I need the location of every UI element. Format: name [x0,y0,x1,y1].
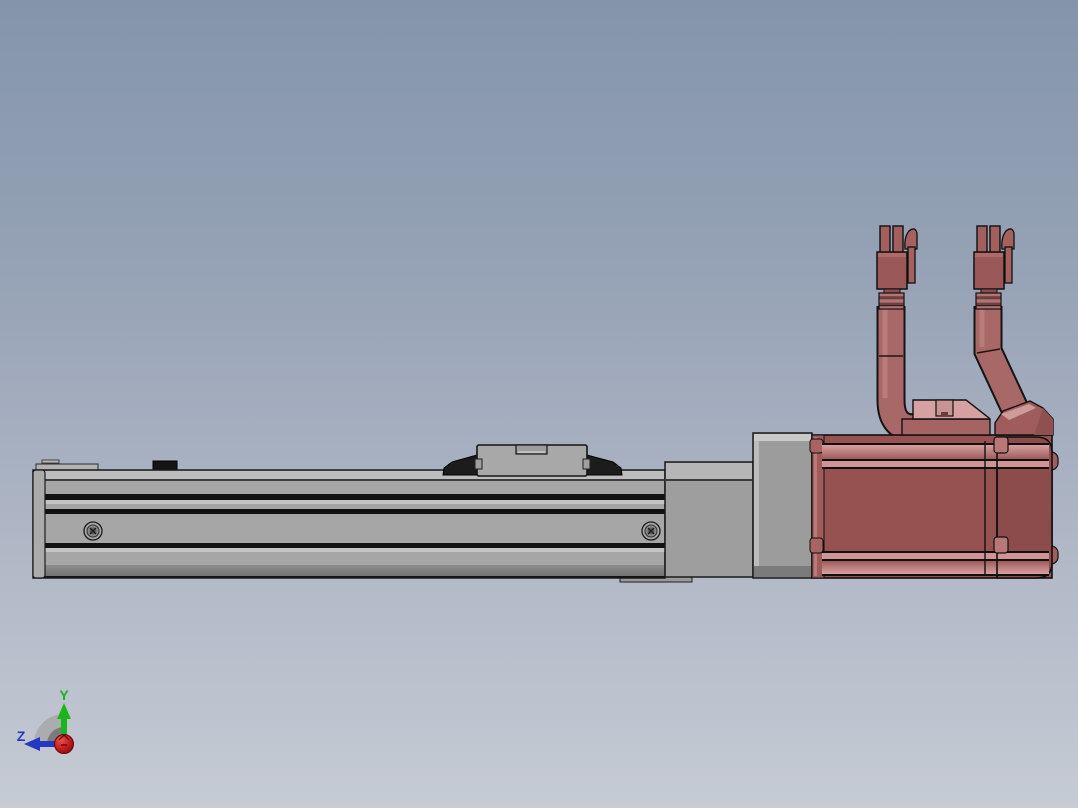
rail-light-1 [45,500,665,504]
x-axis-ball [54,734,74,754]
slide-carriage[interactable] [442,444,623,477]
coupling-top-band [754,434,811,441]
rail-groove-2 [45,509,665,514]
end-plate[interactable] [664,461,754,578]
carriage-clip-right [582,458,591,470]
motor-ridge-bottom [822,551,1049,576]
rail-body [32,469,666,579]
encoder-connector-strain-relief [975,292,1002,310]
rail-bottom-band [34,565,664,577]
rail-end-cap-left [32,469,46,579]
power-connector-strain-relief [878,292,905,310]
coupling-left-highlight [754,441,759,566]
servo-motor[interactable] [809,434,1059,579]
rail-flange-line [34,479,664,481]
carriage-wiper-left [442,454,478,476]
rail-screw-right[interactable] [641,521,661,541]
terminal-box-notch-mark [941,412,948,416]
motor-clip-top [993,436,1009,454]
coupling-bottom-band [754,566,811,577]
power-connector-neck [883,288,901,294]
power-connector-body-lip [878,253,906,257]
power-connector-prong-right [892,225,904,254]
rail-screw-left[interactable] [83,521,103,541]
linear-rail[interactable] [32,459,666,579]
coupling-housing[interactable] [752,432,813,579]
carriage-notch-lip [518,451,545,453]
motor-flange-tab-bottom [809,537,824,554]
rail-bottom-line [33,576,665,578]
rail-groove-1 [45,494,665,500]
motor-flange-tab-top [809,438,824,454]
end-plate-top-line [666,479,752,481]
motor-flange-highlight [814,437,817,576]
encoder-connector-body [973,251,1005,290]
encoder-connector-neck [980,288,998,294]
encoder-connector-latch-bar [1004,246,1013,284]
carriage-clip-left [474,458,483,470]
encoder-connector[interactable] [973,225,1015,310]
carriage-wiper-right [586,454,623,476]
encoder-connector-body-lip [975,253,1003,257]
encoder-cable[interactable] [973,306,1029,416]
power-connector[interactable] [876,225,918,310]
y-axis-label: Y [59,687,69,703]
cad-viewport[interactable]: Y Z [0,0,1078,808]
power-connector-body [876,251,908,290]
end-plate-top-band [666,463,752,479]
motor-clip-bottom [993,536,1009,554]
origin-triad: Y Z [17,687,74,754]
rail-light-2 [45,548,665,552]
coupling-body [752,432,813,579]
z-axis-label: Z [17,728,26,744]
motor-ridge-top [822,443,1049,469]
terminal-box-band [901,418,991,436]
terminal-box[interactable] [901,399,991,436]
power-connector-latch-head [904,228,918,250]
power-connector-prong-left [879,225,891,254]
power-cable[interactable] [876,306,917,443]
rail-top-lip [41,459,60,464]
encoder-connector-prong-left [976,225,988,254]
encoder-connector-latch-head [1001,228,1015,250]
encoder-connector-prong-right [989,225,1001,254]
power-connector-latch-bar [907,246,916,284]
rail-groove-3 [45,543,665,548]
